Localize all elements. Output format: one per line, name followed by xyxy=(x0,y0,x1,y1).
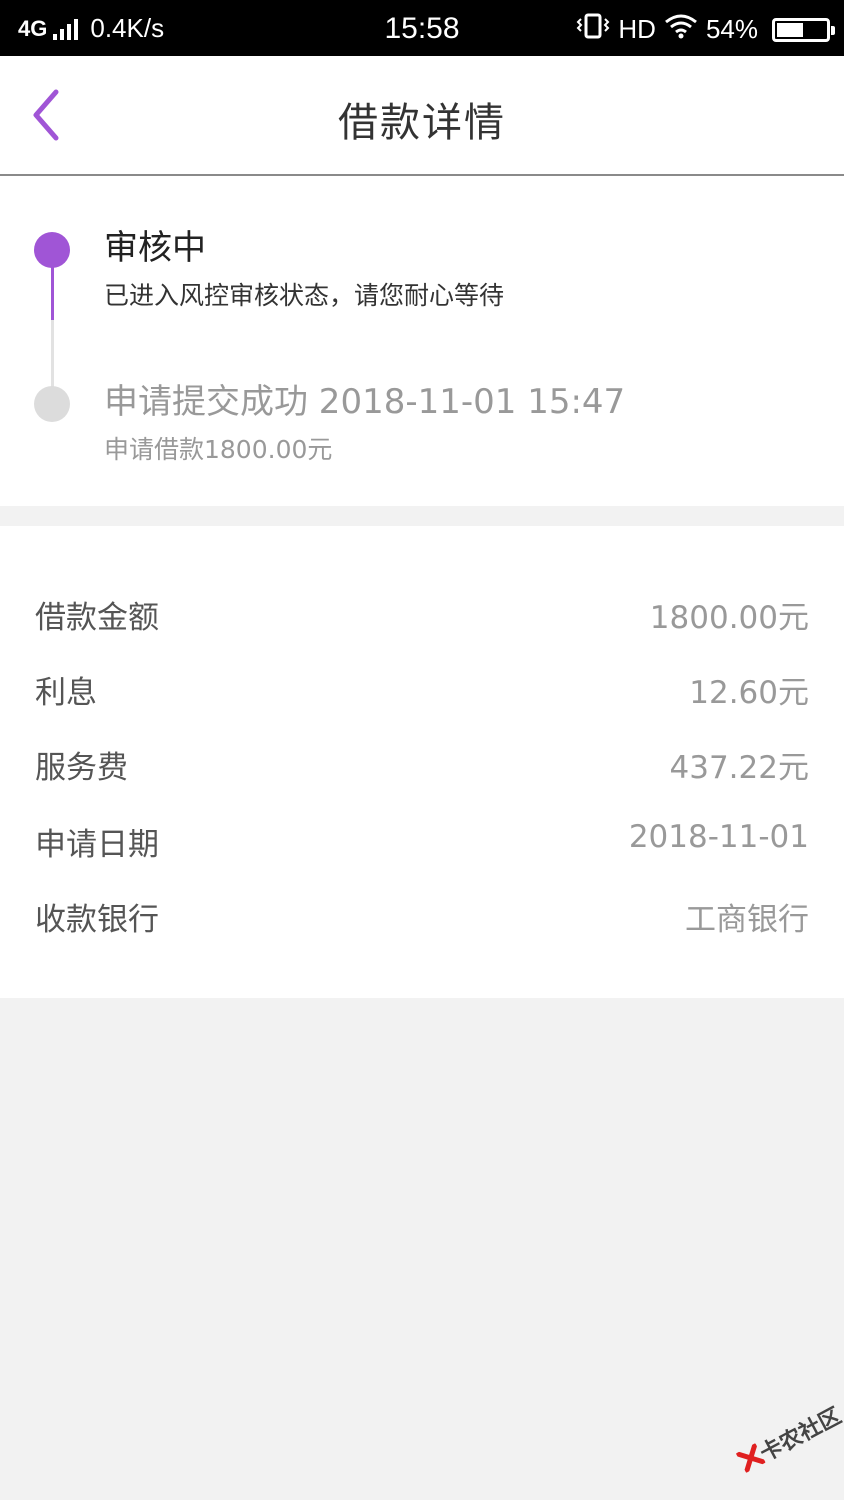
vibrate-icon xyxy=(576,12,610,47)
hd-label: HD xyxy=(618,14,656,44)
timeline-connector xyxy=(51,320,54,390)
detail-label: 申请日期 xyxy=(35,827,159,863)
status-bar: 4G 0.4K/s 15:58 HD 54% xyxy=(0,0,844,56)
detail-row-interest: 利息 12.60元 xyxy=(0,659,844,719)
watermark: 卡农社区 xyxy=(727,1391,844,1500)
detail-value: 2018-11-01 xyxy=(628,819,809,855)
detail-value: 工商银行 xyxy=(685,902,809,938)
battery-percent: 54% xyxy=(705,14,758,44)
page-title: 借款详情 xyxy=(338,100,506,146)
detail-row-apply-date: 申请日期 2018-11-01 xyxy=(0,811,844,871)
detail-row-bank: 收款银行 工商银行 xyxy=(0,886,844,946)
detail-value: 437.22元 xyxy=(669,750,809,786)
detail-value: 1800.00元 xyxy=(649,600,809,636)
detail-label: 利息 xyxy=(35,675,97,711)
detail-row-amount: 借款金额 1800.00元 xyxy=(0,584,844,644)
step-title-reviewing: 审核中 xyxy=(104,228,206,268)
timeline-dot xyxy=(34,386,70,422)
detail-value: 12.60元 xyxy=(689,675,809,711)
detail-label: 借款金额 xyxy=(35,600,159,636)
step-desc-submitted: 申请借款1800.00元 xyxy=(104,435,333,464)
step-desc-reviewing: 已进入风控审核状态，请您耐心等待 xyxy=(104,281,505,310)
detail-label: 收款银行 xyxy=(35,902,159,938)
step-title-submitted: 申请提交成功 2018-11-01 15:47 xyxy=(104,382,626,422)
detail-row-service-fee: 服务费 437.22元 xyxy=(0,734,844,794)
loan-details: 借款金额 1800.00元 利息 12.60元 服务费 437.22元 申请日期… xyxy=(0,526,844,998)
battery-icon xyxy=(772,17,835,42)
nav-bar: 借款详情 xyxy=(0,56,844,176)
status-timeline: 审核中 已进入风控审核状态，请您耐心等待 申请提交成功 2018-11-01 1… xyxy=(0,176,844,506)
watermark-text: 卡农社区 xyxy=(756,1403,844,1467)
status-right: HD 54% xyxy=(576,12,835,47)
timeline-dot-active xyxy=(34,232,70,268)
wifi-icon xyxy=(664,13,698,46)
detail-label: 服务费 xyxy=(35,750,128,786)
